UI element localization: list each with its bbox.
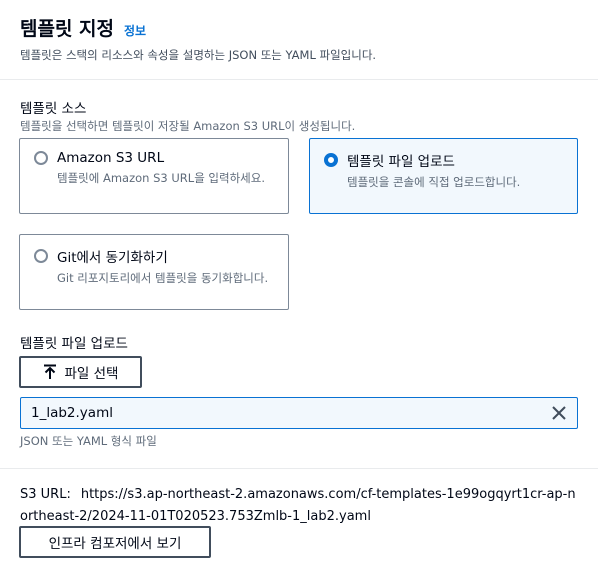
option-description: Git 리포지토리에서 템플릿을 동기화합니다. — [57, 271, 269, 285]
s3-url-value: https://s3.ap-northeast-2.amazonaws.com/… — [20, 487, 576, 524]
file-format-hint: JSON 또는 YAML 형식 파일 — [20, 434, 157, 448]
option-label: Git에서 동기화하기 — [57, 250, 168, 266]
option-description: 템플릿을 콘솔에 직접 업로드합니다. — [347, 175, 521, 189]
option-upload-template-file[interactable]: 템플릿 파일 업로드 템플릿을 콘솔에 직접 업로드합니다. — [309, 138, 578, 214]
selected-file-field: 1_lab2.yaml — [20, 397, 578, 429]
upload-label: 템플릿 파일 업로드 — [20, 336, 128, 352]
template-source-description: 템플릿을 선택하면 템플릿이 저장될 Amazon S3 URL이 생성됩니다. — [20, 119, 356, 133]
s3-url-label: S3 URL: — [20, 487, 71, 502]
page-title: 템플릿 지정 — [20, 18, 115, 40]
option-label: Amazon S3 URL — [57, 150, 165, 166]
selected-file-name: 1_lab2.yaml — [31, 405, 113, 421]
info-link[interactable]: 정보 — [124, 22, 146, 39]
option-sync-from-git[interactable]: Git에서 동기화하기 Git 리포지토리에서 템플릿을 동기화합니다. — [19, 234, 289, 310]
view-in-composer-label: 인프라 컴포저에서 보기 — [48, 536, 182, 552]
upload-icon — [43, 364, 56, 379]
divider — [0, 468, 598, 469]
s3-url-display: S3 URL: https://s3.ap-northeast-2.amazona… — [20, 484, 580, 528]
choose-file-label: 파일 선택 — [64, 366, 119, 382]
choose-file-button[interactable]: 파일 선택 — [19, 356, 142, 388]
option-description: 템플릿에 Amazon S3 URL을 입력하세요. — [57, 171, 265, 185]
page-description: 템플릿은 스택의 리소스와 속성을 설명하는 JSON 또는 YAML 파일입니… — [20, 48, 377, 62]
remove-file-icon[interactable] — [551, 405, 567, 421]
option-label: 템플릿 파일 업로드 — [347, 154, 455, 170]
radio-unchecked-icon[interactable] — [34, 249, 48, 263]
template-source-label: 템플릿 소스 — [20, 101, 87, 117]
option-amazon-s3-url[interactable]: Amazon S3 URL 템플릿에 Amazon S3 URL을 입력하세요. — [19, 138, 289, 214]
view-in-infrastructure-composer-button[interactable]: 인프라 컴포저에서 보기 — [19, 526, 211, 558]
page-header: 템플릿 지정 정보 템플릿은 스택의 리소스와 속성을 설명하는 JSON 또는… — [0, 0, 598, 80]
radio-checked-icon[interactable] — [324, 153, 338, 167]
radio-unchecked-icon[interactable] — [34, 151, 48, 165]
